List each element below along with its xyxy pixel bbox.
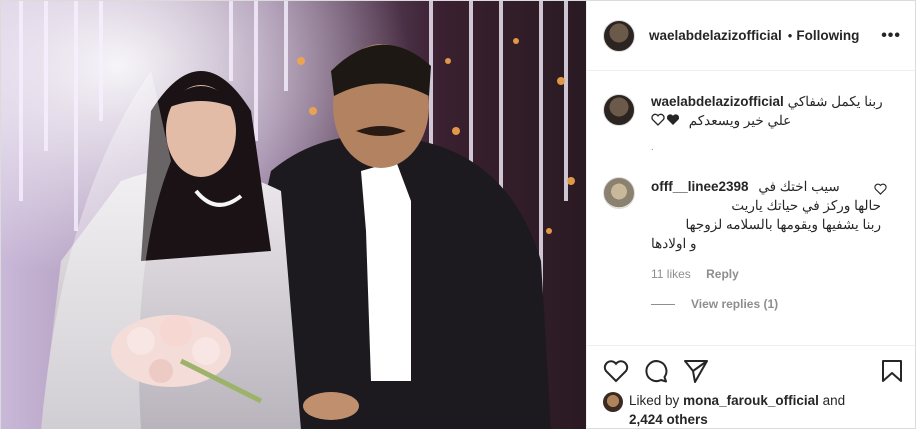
post-photo[interactable] — [1, 1, 586, 429]
comment-text-line3: ربنا يشفيها ويقومها بالسلامه لزوجها — [685, 217, 881, 232]
commenter-username[interactable]: offf__linee2398 — [651, 179, 749, 194]
follow-status-button[interactable]: Following — [796, 28, 859, 43]
caption-text-line2: علي خير ويسعدكم — [688, 113, 792, 128]
liker-username[interactable]: mona_farouk_official — [683, 393, 819, 408]
liked-by-prefix: Liked by — [629, 393, 680, 408]
liked-by: Liked by mona_farouk_official and 2,424 … — [603, 391, 845, 429]
heart-emoji-icons — [651, 113, 680, 126]
comment-meta: 11 likes Reply — [651, 267, 899, 281]
instagram-post: waelabdelazizofficial • Following ••• wa… — [0, 0, 916, 429]
action-bar — [587, 345, 915, 385]
liked-by-and: and — [822, 393, 846, 408]
caption: waelabdelazizofficial ربنا يكمل شفاكي عل… — [603, 92, 899, 157]
view-replies-button[interactable]: View replies (1) — [651, 297, 899, 311]
likes-others-count[interactable]: 2,424 others — [629, 412, 708, 427]
bookmark-icon[interactable] — [881, 359, 903, 383]
post-header: waelabdelazizofficial • Following — [587, 1, 915, 71]
reply-button[interactable]: Reply — [706, 267, 739, 281]
comment-item: offf__linee2398 سيب اختك في حالها وركز ف… — [603, 177, 899, 253]
caption-author-avatar[interactable] — [603, 94, 635, 126]
view-replies-line — [651, 303, 675, 305]
separator-dot: • — [787, 28, 793, 43]
caption-username[interactable]: waelabdelazizofficial — [651, 94, 784, 109]
comment-text-line4: و اولادها — [651, 236, 697, 251]
post-sidebar: waelabdelazizofficial • Following ••• wa… — [586, 1, 915, 429]
comment-like-heart-icon[interactable] — [874, 183, 887, 195]
share-icon[interactable] — [683, 359, 709, 383]
comments-section: waelabdelazizofficial ربنا يكمل شفاكي عل… — [587, 72, 915, 342]
comment-text-line2: حالها وركز في حياتك ياريت — [731, 198, 881, 213]
liker-avatar[interactable] — [603, 392, 623, 412]
caption-dot: . — [651, 142, 654, 153]
comment-likes-count[interactable]: 11 likes — [651, 267, 691, 281]
wedding-photo-illustration — [1, 1, 586, 429]
caption-text-line1: ربنا يكمل شفاكي — [787, 94, 883, 109]
more-options-icon[interactable]: ••• — [881, 27, 901, 45]
comment-icon[interactable] — [643, 359, 669, 383]
author-username[interactable]: waelabdelazizofficial — [649, 28, 782, 43]
heart-icon[interactable] — [603, 359, 629, 383]
author-avatar[interactable] — [603, 19, 635, 52]
view-replies-label: View replies (1) — [691, 297, 779, 311]
comment-text-line1: سيب اختك في — [758, 179, 840, 194]
commenter-avatar[interactable] — [603, 177, 635, 209]
